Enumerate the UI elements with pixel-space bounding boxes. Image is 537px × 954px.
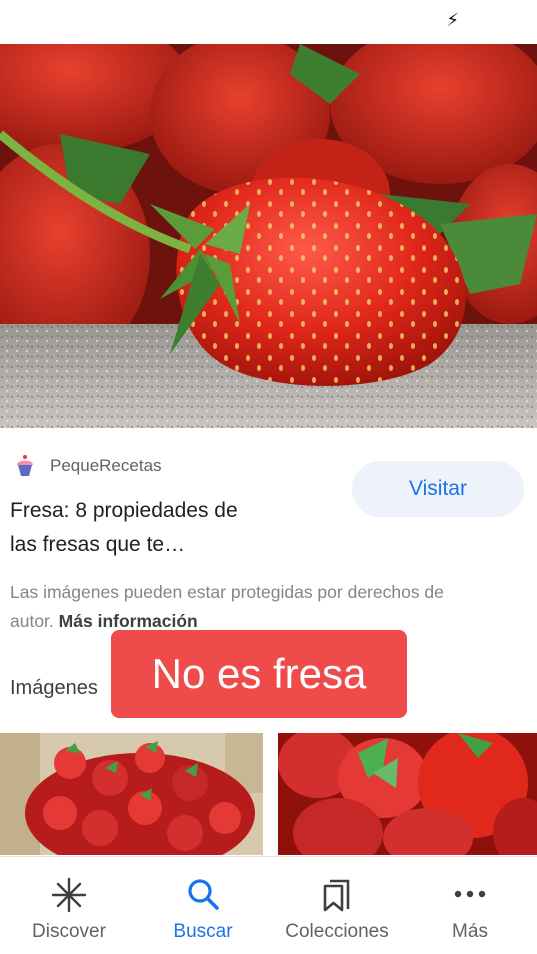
nav-item-colecciones[interactable]: Colecciones	[270, 857, 404, 954]
more-dots-icon	[454, 890, 486, 898]
nav-label-colecciones: Colecciones	[285, 921, 389, 942]
related-image-thumbnail[interactable]	[0, 733, 263, 855]
bookmarks-icon	[323, 879, 350, 912]
result-title-line-2: las fresas que te…	[10, 533, 186, 556]
source-row[interactable]: PequeRecetas	[12, 452, 162, 480]
nav-label-mas: Más	[452, 921, 488, 942]
status-bar: ⚡	[0, 0, 537, 44]
visit-button[interactable]: Visitar	[352, 461, 524, 517]
strawberries-closeup-image	[278, 733, 537, 855]
nav-item-buscar[interactable]: Buscar	[136, 857, 270, 954]
nav-label-buscar: Buscar	[173, 921, 233, 942]
source-name: PequeRecetas	[50, 456, 162, 475]
hero-image[interactable]	[0, 44, 537, 428]
cupcake-icon	[17, 455, 33, 476]
search-icon	[188, 879, 219, 910]
overlay-caption: No es fresa	[111, 630, 407, 718]
more-info-link[interactable]: Más información	[59, 611, 198, 631]
result-title-line-1: Fresa: 8 propiedades de	[10, 499, 238, 522]
asterisk-icon	[51, 877, 87, 913]
flash-icon: ⚡	[446, 10, 459, 31]
related-images-heading: Imágenes	[10, 677, 98, 699]
copyright-notice: Las imágenes pueden estar protegidas por…	[10, 578, 480, 636]
bottom-navigation: Discover Buscar Colecciones Más	[0, 856, 537, 954]
nav-item-discover[interactable]: Discover	[2, 857, 136, 954]
nav-label-discover: Discover	[32, 921, 106, 942]
strawberries-in-bag-image	[0, 733, 263, 855]
strawberry-photo	[0, 44, 537, 428]
related-image-thumbnail[interactable]	[278, 733, 537, 855]
result-title[interactable]: Fresa: 8 propiedades de las fresas que t…	[10, 494, 310, 562]
nav-item-mas[interactable]: Más	[403, 857, 537, 954]
